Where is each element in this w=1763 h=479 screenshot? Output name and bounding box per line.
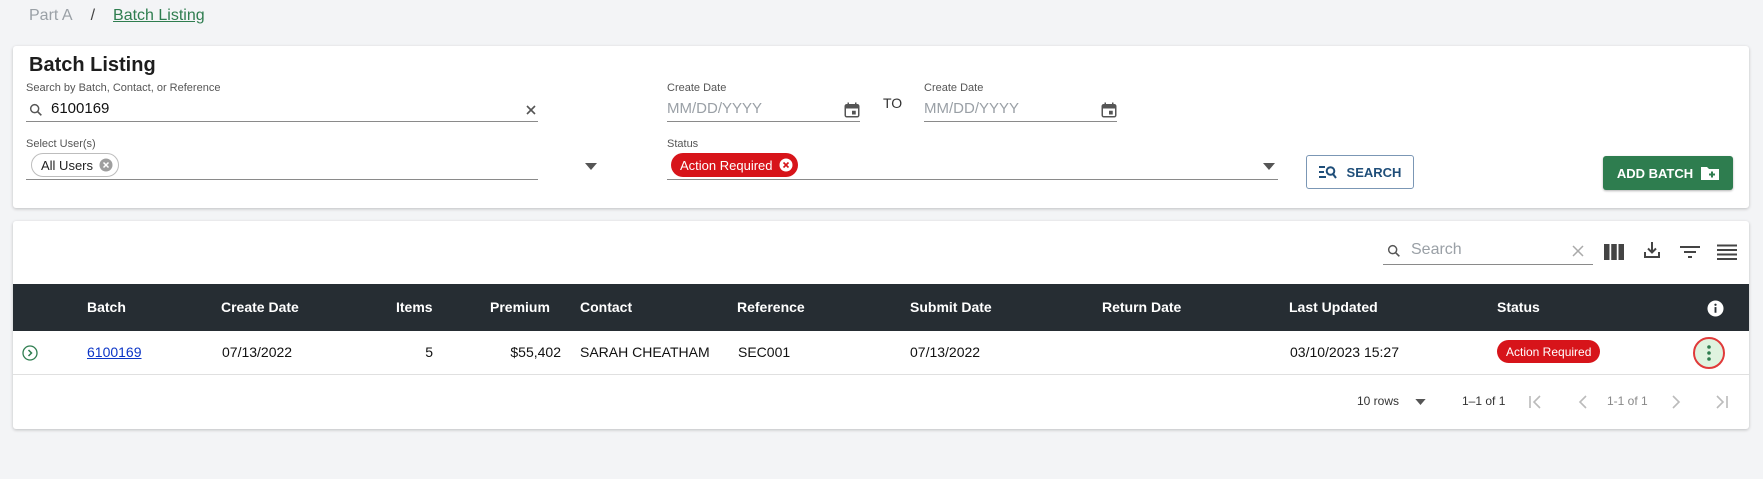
breadcrumb-current[interactable]: Batch Listing (113, 7, 205, 25)
pagination: 10 rows 1–1 of 1 1-1 of 1 (13, 376, 1749, 426)
cell-premium: $55,402 (510, 344, 561, 360)
table-search-input[interactable]: Search (1383, 235, 1593, 265)
density-icon[interactable] (1716, 241, 1738, 263)
status-label: Status (667, 138, 699, 150)
cell-items: 5 (425, 344, 433, 360)
column-header-create-date[interactable]: Create Date (221, 299, 299, 315)
filter-panel: Batch Listing Search by Batch, Contact, … (13, 46, 1749, 208)
chevron-down-icon[interactable] (1413, 396, 1427, 408)
columns-icon[interactable] (1603, 241, 1625, 263)
cell-last-updated: 03/10/2023 15:27 (1290, 344, 1399, 360)
calendar-icon[interactable] (842, 100, 862, 120)
user-chip: All Users (31, 153, 120, 177)
breadcrumb: Part A / Batch Listing (29, 7, 205, 25)
chip-remove-icon[interactable] (779, 158, 793, 172)
clear-search-icon[interactable] (1571, 244, 1585, 258)
column-header-last-updated[interactable]: Last Updated (1289, 299, 1378, 315)
page-title: Batch Listing (29, 54, 156, 76)
previous-page-icon[interactable] (1574, 393, 1592, 411)
date-range-to-label: TO (883, 95, 903, 111)
create-date-to-placeholder: MM/DD/YYYY (924, 100, 1020, 117)
chevron-down-icon[interactable] (1261, 158, 1277, 174)
column-header-submit-date[interactable]: Submit Date (910, 299, 992, 315)
pagination-range: 1–1 of 1 (1462, 394, 1506, 408)
clear-search-icon[interactable] (523, 102, 539, 118)
search-icon (1385, 242, 1403, 260)
cell-submit-date: 07/13/2022 (910, 344, 981, 360)
column-header-return-date[interactable]: Return Date (1102, 299, 1181, 315)
expand-row-icon[interactable] (21, 344, 39, 362)
add-batch-label: ADD BATCH (1616, 165, 1694, 181)
status-chip: Action Required (671, 153, 798, 177)
table-search-placeholder: Search (1411, 241, 1462, 258)
search-icon (27, 101, 45, 119)
batch-table-panel: Search Batch Create Date Items Premium C… (13, 221, 1749, 429)
column-header-premium[interactable]: Premium (490, 299, 550, 315)
status-chip-label: Action Required (680, 157, 773, 173)
info-icon[interactable] (1706, 299, 1724, 317)
cell-reference: SEC001 (738, 344, 791, 360)
chip-remove-icon[interactable] (99, 158, 113, 172)
add-batch-button[interactable]: ADD BATCH (1603, 156, 1733, 190)
search-button[interactable]: SEARCH (1306, 155, 1414, 189)
folder-add-icon (1701, 166, 1720, 180)
breadcrumb-parent: Part A (29, 7, 73, 24)
more-vert-icon (1707, 345, 1711, 361)
download-icon[interactable] (1641, 239, 1663, 261)
column-header-contact[interactable]: Contact (580, 299, 632, 315)
create-date-from-placeholder: MM/DD/YYYY (667, 100, 763, 117)
cell-contact: SARAH CHEATHAM (580, 344, 710, 360)
search-button-label: SEARCH (1346, 164, 1402, 180)
table-header: Batch Create Date Items Premium Contact … (13, 284, 1749, 331)
column-header-status[interactable]: Status (1497, 299, 1540, 315)
search-label: Search by Batch, Contact, or Reference (26, 82, 221, 94)
users-label: Select User(s) (26, 138, 96, 150)
batch-link[interactable]: 6100169 (87, 344, 142, 360)
status-badge: Action Required (1497, 340, 1601, 363)
filter-icon[interactable] (1679, 241, 1701, 263)
page-info: 1-1 of 1 (1607, 394, 1648, 408)
chevron-down-icon[interactable] (583, 158, 599, 174)
next-page-icon[interactable] (1667, 393, 1685, 411)
column-header-reference[interactable]: Reference (737, 299, 805, 315)
create-date-from-label: Create Date (667, 82, 727, 94)
row-actions-button[interactable] (1693, 337, 1725, 369)
first-page-icon[interactable] (1526, 393, 1544, 411)
user-chip-label: All Users (41, 157, 94, 173)
calendar-icon[interactable] (1099, 100, 1119, 120)
search-list-icon (1318, 165, 1337, 179)
table-row: 6100169 07/13/2022 5 $55,402 SARAH CHEAT… (13, 331, 1749, 375)
create-date-to-label: Create Date (924, 82, 984, 94)
last-page-icon[interactable] (1713, 393, 1731, 411)
column-header-items[interactable]: Items (396, 299, 433, 315)
cell-create-date: 07/13/2022 (222, 344, 293, 360)
search-value: 6100169 (51, 100, 110, 117)
breadcrumb-separator: / (90, 7, 96, 24)
column-header-batch[interactable]: Batch (87, 299, 126, 315)
rows-per-page-select[interactable]: 10 rows (1357, 394, 1399, 408)
